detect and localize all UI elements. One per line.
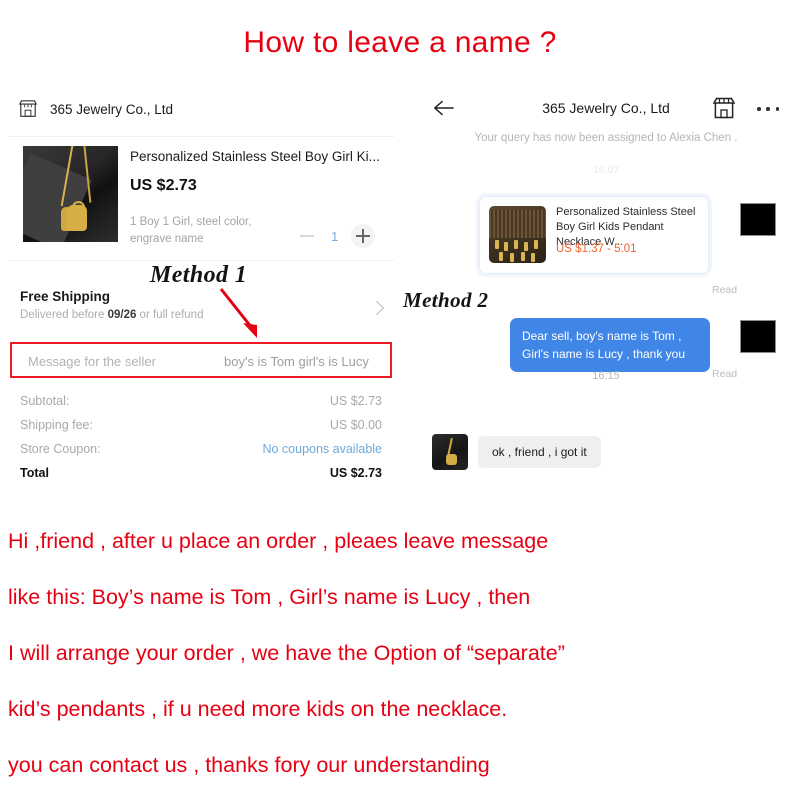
instruction-line: Hi ,friend , after u place an order , pl…	[8, 529, 549, 553]
shipping-section[interactable]: Free Shipping Delivered before 09/26 or …	[20, 289, 203, 321]
page-title: How to leave a name ?	[243, 26, 557, 59]
quantity-stepper[interactable]: 1	[296, 224, 376, 248]
instruction-line: kid’s pendants , if u need more kids on …	[8, 697, 508, 721]
redaction-block	[740, 203, 776, 236]
method-1-arrow-icon	[219, 288, 257, 338]
method-2-label: Method 2	[403, 288, 489, 312]
shipping-detail-prefix: Delivered before	[20, 309, 108, 321]
order-totals: Subtotal: US $2.73 Shipping fee: US $0.0…	[20, 394, 382, 490]
chat-header: 365 Jewelry Co., Ltd	[412, 88, 800, 128]
timestamp-mid: 16:15	[592, 370, 620, 382]
instruction-line: I will arrange your order , we have the …	[8, 641, 565, 665]
chevron-right-icon[interactable]	[369, 300, 385, 316]
total-label: Store Coupon:	[20, 442, 101, 456]
total-label: Shipping fee:	[20, 418, 93, 432]
product-price: US $2.73	[130, 176, 197, 194]
shipping-detail: Delivered before 09/26 or full refund	[20, 309, 203, 321]
redaction-block	[740, 320, 776, 353]
shop-icon[interactable]	[712, 97, 736, 119]
seller-message-field[interactable]: Message for the seller boy's is Tom girl…	[10, 342, 392, 378]
store-name: 365 Jewelry Co., Ltd	[50, 101, 174, 117]
instructions-paragraph: Hi ,friend , after u place an order , pl…	[8, 513, 792, 793]
product-info: Personalized Stainless Steel Boy Girl Ki…	[130, 148, 388, 195]
instruction-line: like this: Boy’s name is Tom , Girl’s na…	[8, 585, 531, 609]
shipping-detail-suffix: or full refund	[136, 309, 204, 321]
instruction-line: you can contact us , thanks fory our und…	[8, 753, 490, 777]
total-row: Shipping fee: US $0.00	[20, 418, 382, 432]
product-card-message[interactable]: Personalized Stainless Steel Boy Girl Ki…	[479, 196, 709, 274]
avatar	[432, 434, 468, 470]
total-row[interactable]: Store Coupon: No coupons available	[20, 442, 382, 456]
product-title: Personalized Stainless Steel Boy Girl Ki…	[130, 149, 380, 164]
store-header[interactable]: 365 Jewelry Co., Ltd	[18, 100, 173, 118]
read-receipt: Read	[712, 284, 738, 296]
seller-message-placeholder: Message for the seller	[28, 354, 156, 369]
total-row: Subtotal: US $2.73	[20, 394, 382, 408]
page-root: How to leave a name ? 365 Jewelry Co., L…	[0, 0, 800, 800]
total-value[interactable]: No coupons available	[262, 442, 382, 456]
shop-icon	[18, 100, 38, 117]
assignment-note: Your query has now been assigned to Alex…	[474, 132, 738, 144]
total-label: Total	[20, 466, 49, 480]
quantity-decrease-button[interactable]	[296, 225, 318, 247]
shipping-date: 09/26	[107, 309, 137, 321]
timestamp-top: 16:07	[592, 164, 620, 176]
divider	[8, 136, 394, 137]
product-card-price: US $1.37 - 5.01	[556, 243, 637, 255]
incoming-message-bubble: ok , friend , i got it	[478, 436, 601, 468]
seller-message-value: boy's is Tom girl's is Lucy	[224, 354, 369, 369]
total-row: Total US $2.73	[20, 466, 382, 480]
outgoing-message-bubble: Dear sell, boy's name is Tom , Girl's na…	[510, 318, 710, 372]
more-options-icon[interactable]	[757, 107, 779, 111]
quantity-value: 1	[331, 228, 339, 244]
divider	[8, 260, 394, 261]
product-thumbnail[interactable]	[23, 146, 118, 242]
total-value: US $2.73	[329, 466, 382, 480]
product-options[interactable]: 1 Boy 1 Girl, steel color, engrave name	[130, 214, 280, 247]
total-label: Subtotal:	[20, 394, 70, 408]
total-value: US $0.00	[329, 418, 382, 432]
product-card-thumbnail	[489, 206, 546, 263]
total-value: US $2.73	[329, 394, 382, 408]
shipping-title: Free Shipping	[20, 289, 111, 304]
quantity-increase-button[interactable]	[351, 224, 376, 248]
chat-title: 365 Jewelry Co., Ltd	[542, 100, 670, 116]
